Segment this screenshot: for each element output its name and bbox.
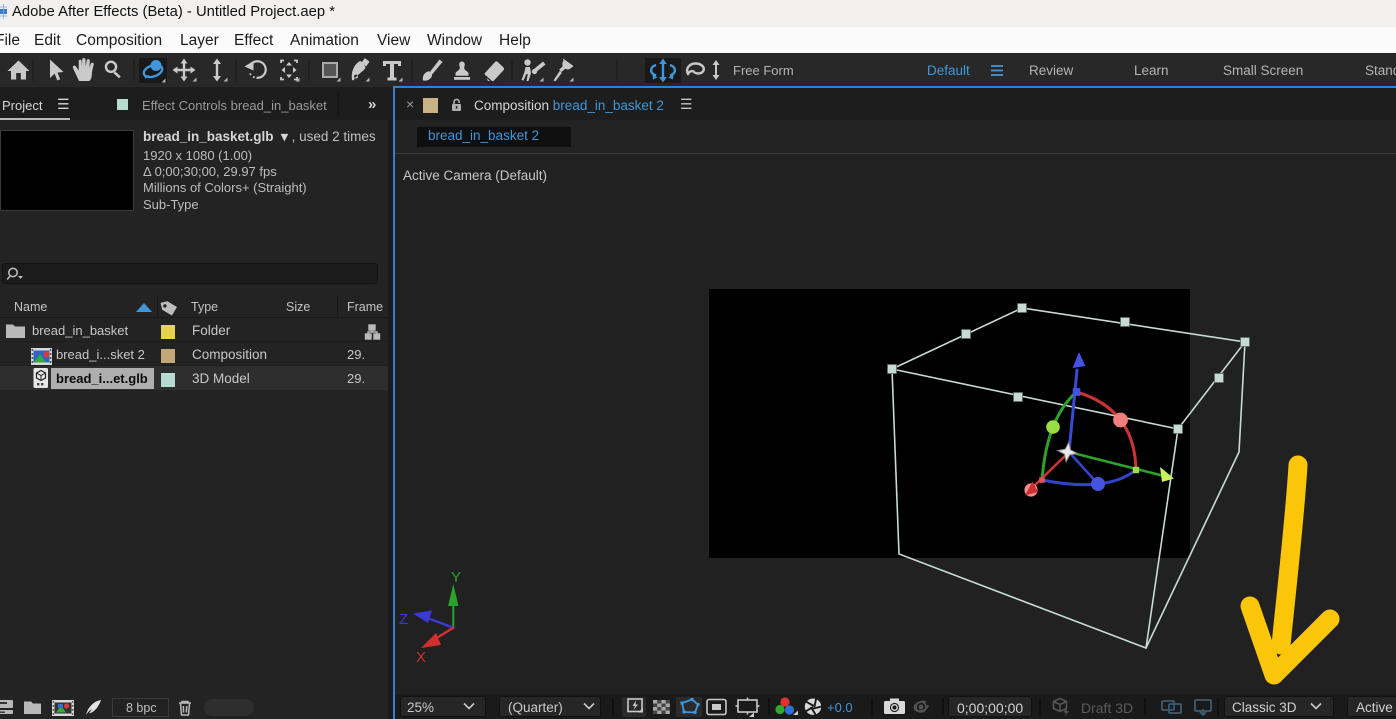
svg-text:Z: Z (399, 611, 408, 628)
svg-text:Y: Y (451, 569, 461, 586)
svg-text:X: X (416, 649, 426, 666)
